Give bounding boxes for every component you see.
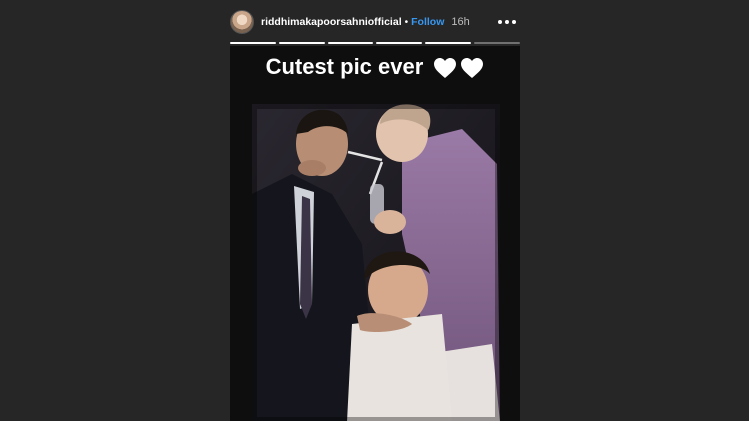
progress-segment [327,42,374,44]
caption-text: Cutest pic ever [265,54,424,79]
progress-segment [278,42,325,44]
follow-button[interactable]: Follow [411,16,444,28]
progress-segment [425,42,472,44]
story-photo [252,104,500,421]
timestamp: 16h [451,16,470,28]
story-caption: Cutest pic ever [230,52,520,82]
progress-segment [474,42,520,44]
white-heart-icon [434,58,457,79]
story-frame[interactable]: Cutest pic ever [230,46,520,421]
avatar[interactable] [230,10,254,34]
separator-dot: • [404,16,409,28]
white-heart-icon [461,58,484,79]
story-progress-bar [230,42,520,45]
progress-segment [230,42,276,44]
username[interactable]: riddhimakapoorsahniofficial [261,16,402,28]
progress-segment [376,42,423,44]
vintage-family-photo [252,104,500,421]
story-header: riddhimakapoorsahniofficial • Follow 16h [230,8,518,36]
more-options-icon[interactable] [496,16,518,28]
